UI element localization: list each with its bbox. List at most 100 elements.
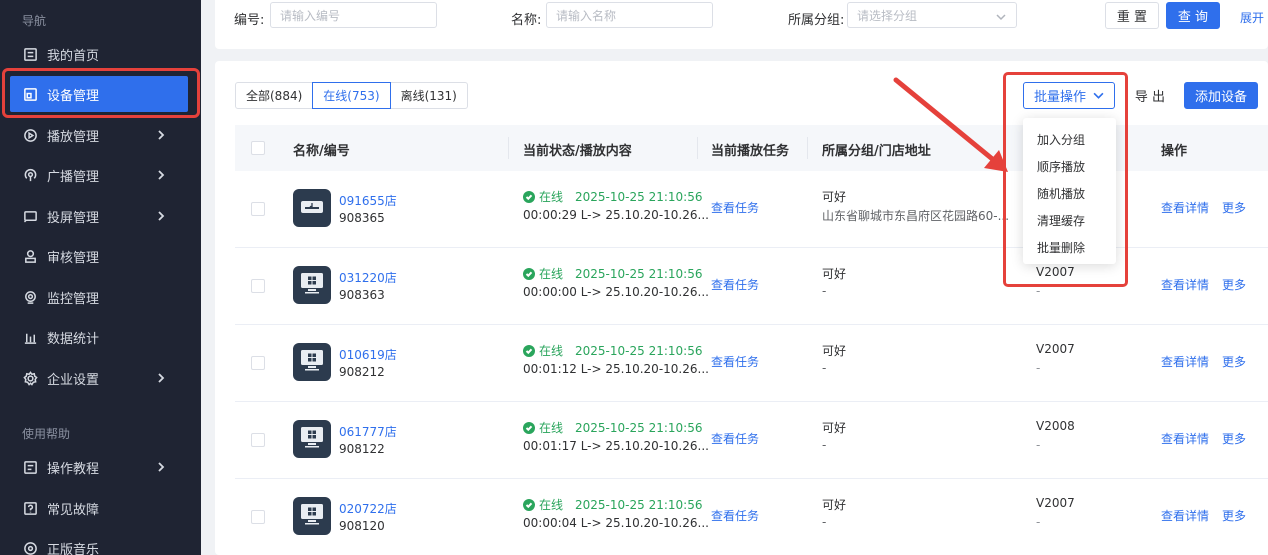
- add-device-button[interactable]: 添加设备: [1184, 82, 1258, 109]
- view-detail-link[interactable]: 查看详情: [1161, 199, 1209, 216]
- more-link[interactable]: 更多: [1222, 276, 1246, 293]
- chevron-down-icon: [996, 11, 1006, 25]
- column-header-status: 当前状态/播放内容: [523, 144, 632, 159]
- status-text: 在线: [539, 267, 564, 281]
- group-name: 可好: [822, 190, 847, 204]
- group-name: 可好: [822, 344, 847, 358]
- device-name-link[interactable]: 061777店: [339, 423, 397, 440]
- filter-bar: 编号: 请输入编号 名称: 请输入名称 所属分组: 请选择分组 重 置 查 询 …: [215, 0, 1268, 49]
- play-content: 00:00:29 L-> 25.10.20-10.26...: [523, 208, 709, 222]
- table-row: 010619店 908212 在线 2025-10-25 21:10:56 00…: [235, 325, 1268, 402]
- status-tabs: 全部(884) 在线(753) 离线(131): [235, 82, 468, 109]
- device-thumbnail: [293, 189, 331, 227]
- more-link[interactable]: 更多: [1222, 430, 1246, 447]
- help-section-header: 使用帮助: [22, 427, 71, 441]
- device-name-link[interactable]: 020722店: [339, 500, 397, 517]
- row-checkbox[interactable]: [251, 433, 265, 447]
- reset-button[interactable]: 重 置: [1105, 2, 1159, 29]
- sidebar-item-settings[interactable]: 企业设置: [10, 360, 188, 396]
- view-task-link[interactable]: 查看任务: [711, 507, 759, 524]
- view-detail-link[interactable]: 查看详情: [1161, 353, 1209, 370]
- windows-device-icon: [300, 272, 324, 298]
- check-circle-icon: [523, 498, 535, 511]
- status-text: 在线: [539, 344, 564, 358]
- nav-section-header: 导航: [22, 14, 47, 28]
- sidebar-item-faq[interactable]: 常见故障: [10, 490, 188, 526]
- tab-offline[interactable]: 离线(131): [389, 82, 468, 109]
- store-address: -: [822, 284, 827, 298]
- view-task-link[interactable]: 查看任务: [711, 199, 759, 216]
- device-name-link[interactable]: 031220店: [339, 269, 397, 286]
- sidebar: 导航 我的首页 设备管理 播放管理 广播管理 投屏管理 审核管理 监控管理 数据…: [0, 0, 201, 555]
- sidebar-item-label: 投屏管理: [47, 210, 100, 226]
- device-thumbnail: [293, 497, 331, 535]
- tab-online[interactable]: 在线(753): [312, 82, 391, 109]
- row-checkbox[interactable]: [251, 202, 265, 216]
- sidebar-item-home[interactable]: 我的首页: [10, 36, 188, 72]
- expand-link[interactable]: 展开: [1240, 9, 1264, 26]
- view-detail-link[interactable]: 查看详情: [1161, 507, 1209, 524]
- query-button[interactable]: 查 询: [1166, 2, 1220, 29]
- sidebar-item-label: 审核管理: [47, 250, 100, 266]
- version-sub: -: [1036, 438, 1041, 452]
- name-input-placeholder: 请输入名称: [556, 8, 617, 23]
- view-task-link[interactable]: 查看任务: [711, 430, 759, 447]
- select-all-checkbox[interactable]: [251, 141, 265, 155]
- row-checkbox[interactable]: [251, 279, 265, 293]
- group-select-placeholder: 请选择分组: [857, 8, 918, 23]
- monitor-icon: [22, 289, 38, 305]
- group-name: 可好: [822, 421, 847, 435]
- status-online: 在线 2025-10-25 21:10:56: [523, 188, 702, 205]
- sidebar-item-music[interactable]: 正版音乐: [10, 530, 188, 555]
- column-divider: [807, 137, 808, 159]
- status-text: 在线: [539, 190, 564, 204]
- more-link[interactable]: 更多: [1222, 353, 1246, 370]
- tab-all[interactable]: 全部(884): [235, 82, 314, 109]
- status-text: 在线: [539, 498, 564, 512]
- sidebar-item-cast[interactable]: 投屏管理: [10, 198, 188, 234]
- view-task-link[interactable]: 查看任务: [711, 353, 759, 370]
- row-checkbox[interactable]: [251, 356, 265, 370]
- play-content: 00:00:00 L-> 25.10.20-10.26...: [523, 285, 709, 299]
- sidebar-item-broadcast[interactable]: 广播管理: [10, 157, 188, 193]
- device-code: 908363: [339, 288, 385, 302]
- status-online: 在线 2025-10-25 21:10:56: [523, 265, 702, 282]
- view-task-link[interactable]: 查看任务: [711, 276, 759, 293]
- cast-icon: [22, 208, 38, 224]
- home-icon: [22, 46, 38, 62]
- status-time: 2025-10-25 21:10:56: [575, 343, 703, 358]
- device-name-link[interactable]: 091655店: [339, 192, 397, 209]
- row-checkbox[interactable]: [251, 510, 265, 524]
- more-link[interactable]: 更多: [1222, 199, 1246, 216]
- name-input[interactable]: 请输入名称: [546, 2, 713, 28]
- chevron-right-icon: [156, 461, 168, 473]
- group-name: 可好: [822, 267, 847, 281]
- sidebar-item-stats[interactable]: 数据统计: [10, 319, 188, 355]
- device-code: 908120: [339, 519, 385, 533]
- name-label: 名称:: [511, 13, 542, 28]
- play-content: 00:01:17 L-> 25.10.20-10.26...: [523, 439, 709, 453]
- sidebar-item-device[interactable]: 设备管理: [10, 76, 188, 112]
- export-button[interactable]: 导 出: [1126, 82, 1174, 109]
- play-content: 00:01:12 L-> 25.10.20-10.26...: [523, 362, 709, 376]
- sidebar-item-audit[interactable]: 审核管理: [10, 238, 188, 274]
- view-detail-link[interactable]: 查看详情: [1161, 430, 1209, 447]
- sidebar-item-play[interactable]: 播放管理: [10, 117, 188, 153]
- sidebar-item-label: 常见故障: [47, 502, 100, 518]
- status-text: 在线: [539, 421, 564, 435]
- sidebar-item-monitor[interactable]: 监控管理: [10, 279, 188, 315]
- group-select[interactable]: 请选择分组: [847, 2, 1017, 28]
- windows-device-icon: [300, 349, 324, 375]
- more-link[interactable]: 更多: [1222, 507, 1246, 524]
- code-input[interactable]: 请输入编号: [270, 2, 437, 28]
- device-name-link[interactable]: 010619店: [339, 346, 397, 363]
- check-circle-icon: [523, 267, 535, 280]
- sidebar-item-tutorial[interactable]: 操作教程: [10, 449, 188, 485]
- device-thumbnail: [293, 266, 331, 304]
- view-detail-link[interactable]: 查看详情: [1161, 276, 1209, 293]
- sidebar-item-label: 我的首页: [47, 48, 100, 64]
- store-address: -: [822, 361, 827, 375]
- gear-icon: [22, 370, 38, 386]
- status-online: 在线 2025-10-25 21:10:56: [523, 496, 702, 513]
- play-content: 00:00:04 L-> 25.10.20-10.26...: [523, 516, 709, 530]
